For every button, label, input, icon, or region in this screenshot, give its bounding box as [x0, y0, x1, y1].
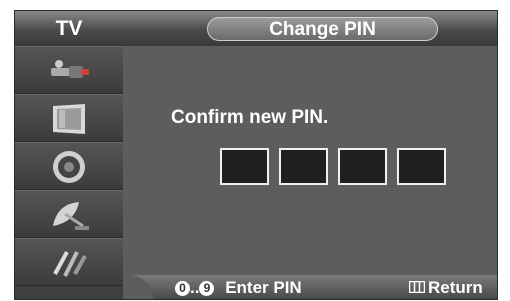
satellite-dish-icon — [53, 202, 89, 230]
sidebar-item-sound[interactable] — [15, 142, 123, 190]
picture-monitor-icon — [53, 104, 85, 134]
menu-key-icon — [409, 281, 425, 293]
sidebar-item-picture[interactable] — [15, 94, 123, 142]
setup-tools-icon — [53, 251, 87, 277]
digit-0-key-icon: 0 — [175, 281, 190, 296]
pin-digit-2[interactable] — [279, 148, 328, 185]
sidebar-item-setup[interactable] — [15, 238, 123, 286]
digit-9-key-icon: 9 — [199, 281, 215, 296]
return-hint[interactable]: Return — [409, 275, 483, 299]
input-connector-icon — [51, 60, 89, 78]
sidebar-item-input[interactable] — [15, 46, 123, 94]
sidebar-item-channel[interactable] — [15, 190, 123, 238]
enter-pin-hint: 0.. 9 Enter PIN — [175, 275, 302, 299]
tv-menu-window: TV Change PIN Confirm new PIN. 0 .. 9 En… — [14, 10, 498, 300]
return-label: Return — [428, 278, 483, 297]
pin-digit-4[interactable] — [397, 148, 446, 185]
pin-prompt: Confirm new PIN. — [171, 107, 329, 128]
header-bar: TV Change PIN — [15, 11, 497, 46]
footer-help-bar: 0.. 9 Enter PIN Return — [123, 275, 497, 299]
speaker-icon — [53, 151, 85, 183]
screen-title: Change PIN — [207, 17, 438, 41]
menu-category-title: TV — [55, 17, 83, 40]
sidebar-menu — [15, 46, 123, 299]
pin-digit-1[interactable] — [220, 148, 269, 185]
enter-pin-label: Enter PIN — [225, 278, 302, 297]
pin-digit-3[interactable] — [338, 148, 387, 185]
